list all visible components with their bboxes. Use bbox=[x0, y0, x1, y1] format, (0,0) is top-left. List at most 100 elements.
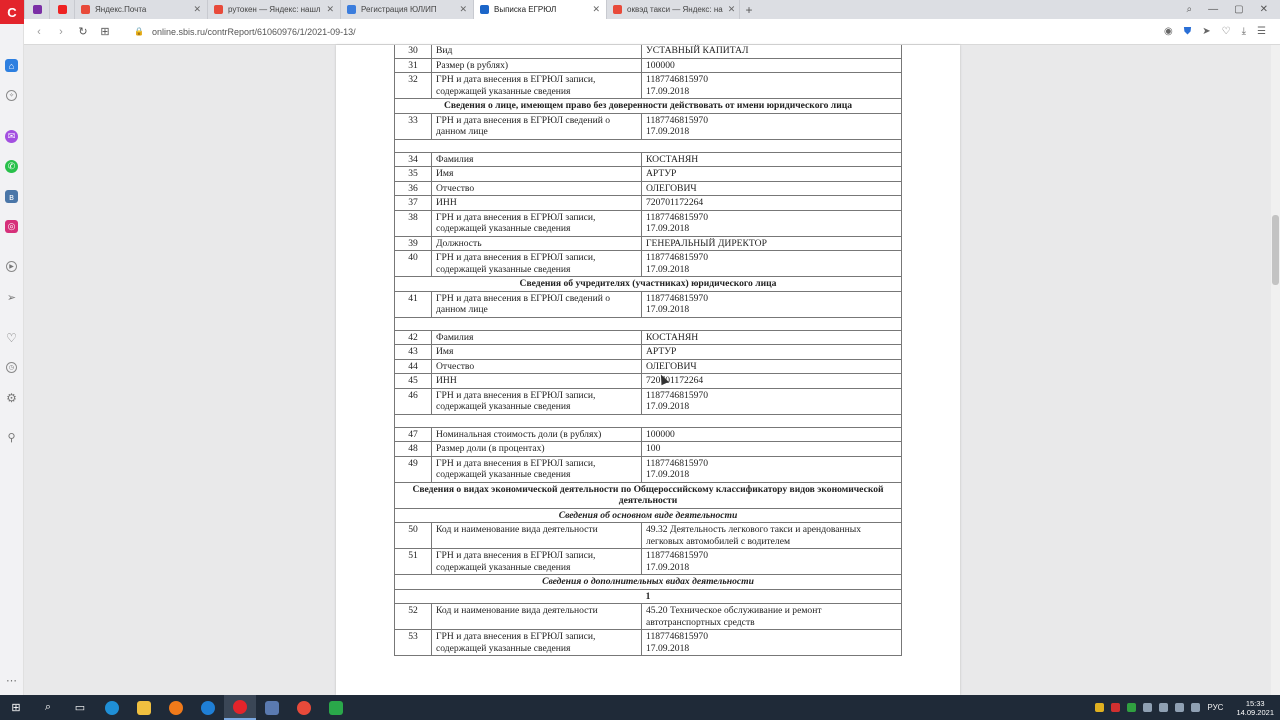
search-taskbar-icon[interactable]: ⌕ bbox=[32, 695, 64, 720]
browser-tab[interactable]: Выписка ЕГРЮЛ ✕ bbox=[474, 0, 607, 19]
pinned-tab-3[interactable] bbox=[50, 0, 75, 19]
url-field[interactable]: 🔒 online.sbis.ru/contrReport/61060976/1/… bbox=[134, 27, 356, 37]
value-line: 17.09.2018 bbox=[646, 263, 690, 275]
task-view-icon[interactable]: ▭ bbox=[64, 695, 96, 720]
table-row: 38 ГРН и дата внесения в ЕГРЮЛ записи, со… bbox=[394, 209, 902, 237]
download-icon[interactable]: ⤓ bbox=[1242, 26, 1246, 37]
address-bar: ‹ › ↻ ⊞ 🔒 online.sbis.ru/contrReport/610… bbox=[0, 19, 1280, 45]
edge-icon[interactable] bbox=[96, 695, 128, 720]
settings-icon[interactable]: ⚙ bbox=[6, 391, 17, 405]
tray-icon[interactable] bbox=[1095, 703, 1105, 712]
table-row: 33 ГРН и дата внесения в ЕГРЮЛ сведений о… bbox=[394, 112, 902, 140]
scrollbar[interactable] bbox=[1271, 45, 1280, 695]
tray-icon[interactable] bbox=[1143, 703, 1153, 712]
scrollbar-thumb[interactable] bbox=[1272, 215, 1279, 285]
field-name: ГРН и дата внесения в ЕГРЮЛ сведений о д… bbox=[431, 112, 642, 140]
tray-icon[interactable] bbox=[1159, 703, 1169, 712]
row-number: 44 bbox=[394, 358, 432, 374]
table-row: 35 Имя АРТУР bbox=[394, 166, 902, 182]
start-button[interactable]: ⊞ bbox=[0, 695, 32, 720]
tab-close-icon[interactable]: ✕ bbox=[592, 4, 600, 15]
tiles-icon[interactable]: ⊞ bbox=[94, 25, 116, 38]
pinned-tab-2[interactable] bbox=[25, 0, 50, 19]
send-icon[interactable]: ➤ bbox=[1202, 26, 1210, 37]
history-icon[interactable]: ◷ bbox=[6, 362, 17, 373]
maximize-button[interactable]: ▢ bbox=[1234, 4, 1243, 15]
tab-bar: Яндекс.Почта ✕ рутокен — Яндекс: нашл ✕ Реги… bbox=[0, 0, 1280, 19]
table-row: 53 ГРН и дата внесения в ЕГРЮЛ записи, со… bbox=[394, 629, 902, 656]
new-tab-button[interactable]: + bbox=[740, 3, 758, 17]
app-icon-1[interactable] bbox=[256, 695, 288, 720]
field-name: ИНН bbox=[431, 373, 642, 389]
opera-icon[interactable] bbox=[224, 695, 256, 720]
subsection-header: Сведения о дополнительных видах деятельн… bbox=[394, 574, 902, 590]
field-name: Имя bbox=[431, 344, 642, 360]
section-header: Сведения об учредителях (участниках) юри… bbox=[394, 276, 902, 292]
clock-time: 15:33 bbox=[1245, 698, 1265, 708]
value-line: 17.09.2018 bbox=[646, 561, 690, 573]
vk-icon[interactable]: в bbox=[5, 190, 18, 203]
field-value: УСТАВНЫЙ КАПИТАЛ bbox=[641, 45, 902, 59]
shield-icon[interactable]: ⛊ bbox=[1184, 26, 1192, 37]
empty-row bbox=[394, 316, 902, 331]
field-value: АРТУР bbox=[641, 344, 902, 360]
home-icon[interactable]: ⌂ bbox=[5, 59, 18, 72]
row-number: 50 bbox=[394, 522, 432, 549]
bookmark-icon[interactable]: ✧ bbox=[6, 90, 17, 101]
player-icon[interactable]: ▶ bbox=[6, 261, 17, 272]
field-value: АРТУР bbox=[641, 166, 902, 182]
more-icon[interactable]: ⋯ bbox=[6, 675, 17, 687]
instagram-icon[interactable]: ◎ bbox=[5, 220, 18, 233]
row-number: 52 bbox=[394, 603, 432, 630]
field-value: ОЛЕГОВИЧ bbox=[641, 358, 902, 374]
empty-cell bbox=[394, 413, 902, 428]
app-icon-3[interactable] bbox=[320, 695, 352, 720]
close-window-button[interactable]: ✕ bbox=[1260, 4, 1268, 15]
value-line: ОЛЕГОВИЧ bbox=[646, 360, 697, 372]
pin-icon[interactable]: ⚲ bbox=[6, 432, 17, 444]
volume-icon[interactable] bbox=[1191, 703, 1201, 712]
reload-icon[interactable]: ↻ bbox=[72, 25, 94, 38]
firefox-icon[interactable] bbox=[160, 695, 192, 720]
browser-logo[interactable]: C bbox=[0, 0, 24, 24]
empty-cell bbox=[394, 316, 902, 331]
lock-icon: 🔒 bbox=[134, 27, 144, 36]
tray-icon[interactable] bbox=[1127, 703, 1137, 712]
value-line: 17.09.2018 bbox=[646, 642, 690, 654]
browser-tab[interactable]: рутокен — Яндекс: нашл ✕ bbox=[208, 0, 341, 19]
row-number: 31 bbox=[394, 57, 432, 73]
tab-close-icon[interactable]: ✕ bbox=[193, 4, 201, 15]
camera-icon[interactable]: ◉ bbox=[1164, 26, 1173, 37]
clock[interactable]: 15:33 14.09.2021 bbox=[1236, 699, 1274, 717]
search-icon[interactable]: ⌕ bbox=[1187, 4, 1193, 15]
tray-icon[interactable] bbox=[1111, 703, 1121, 712]
explorer-icon[interactable] bbox=[128, 695, 160, 720]
browser-tab[interactable]: Регистрация ЮЛ/ИП ✕ bbox=[341, 0, 474, 19]
send-sidebar-icon[interactable]: ➢ bbox=[6, 292, 17, 304]
value-line: 17.09.2018 bbox=[646, 223, 690, 234]
tab-close-icon[interactable]: ✕ bbox=[326, 4, 334, 15]
toolbar-icons: ◉ ⛊ ➤ ♡ ⤓ ☰ bbox=[1164, 26, 1280, 37]
tab-close-icon[interactable]: ✕ bbox=[728, 4, 736, 15]
value-line: 1187746815970 bbox=[646, 74, 709, 85]
favorites-icon[interactable]: ♡ bbox=[6, 331, 17, 345]
browser-tab[interactable]: оквэд такси — Яндекс: на ✕ bbox=[607, 0, 740, 19]
heart-icon[interactable]: ♡ bbox=[1222, 26, 1231, 37]
language-indicator[interactable]: РУС bbox=[1207, 703, 1223, 712]
ie-icon[interactable] bbox=[192, 695, 224, 720]
section-title: Сведения о лице, имеющем право без довер… bbox=[394, 98, 902, 114]
forward-button[interactable]: › bbox=[50, 26, 72, 38]
youtube-icon bbox=[57, 5, 67, 14]
app-icon-2[interactable] bbox=[288, 695, 320, 720]
tab-close-icon[interactable]: ✕ bbox=[459, 4, 467, 15]
whatsapp-icon[interactable]: ✆ bbox=[5, 160, 18, 173]
messenger-icon[interactable]: ✉ bbox=[5, 130, 18, 143]
back-button[interactable]: ‹ bbox=[28, 26, 50, 38]
network-icon[interactable] bbox=[1175, 703, 1185, 712]
table-row: 52 Код и наименование вида деятельности 45… bbox=[394, 603, 902, 630]
menu-icon[interactable]: ☰ bbox=[1257, 26, 1266, 37]
table-row: 50 Код и наименование вида деятельности 49… bbox=[394, 522, 902, 549]
browser-tab[interactable]: Яндекс.Почта ✕ bbox=[75, 0, 208, 19]
minimize-button[interactable]: — bbox=[1208, 4, 1218, 15]
tab-favicon-icon bbox=[480, 5, 489, 14]
